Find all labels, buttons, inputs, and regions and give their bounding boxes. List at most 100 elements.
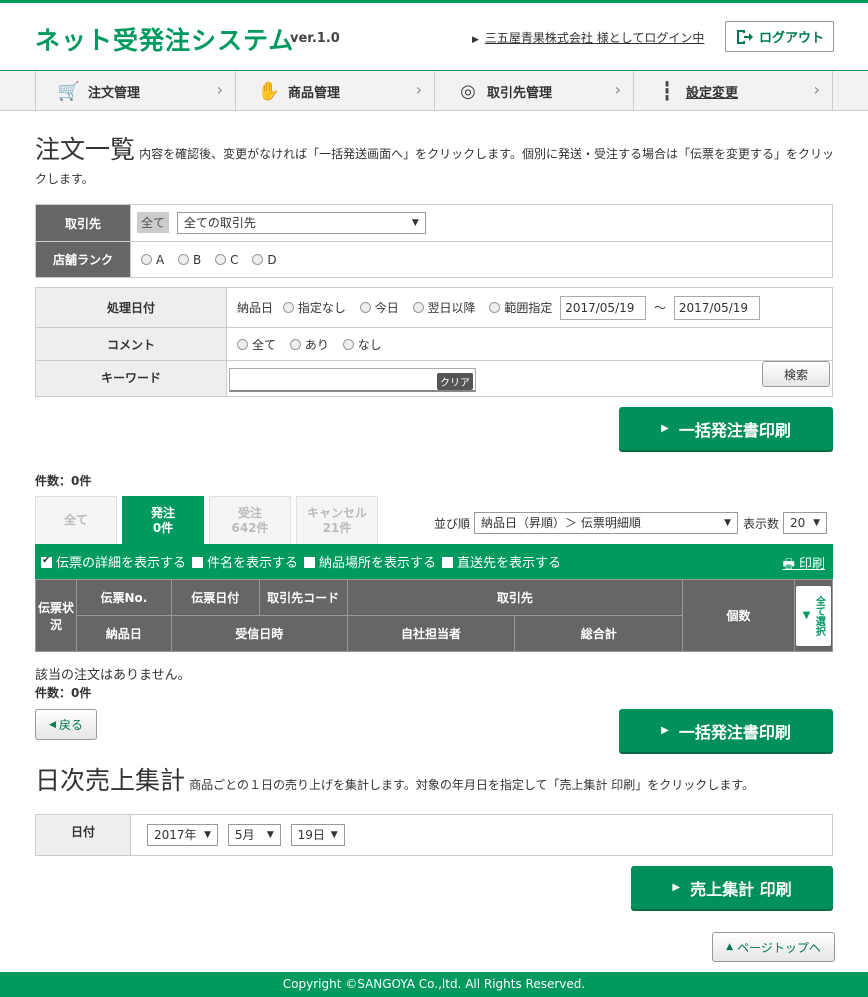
- chevron-down-icon: ▼: [813, 518, 821, 528]
- rank-option-b[interactable]: B: [178, 253, 201, 267]
- comment-option-all[interactable]: 全て: [237, 338, 276, 352]
- nav-label: 商品管理: [288, 85, 341, 101]
- nav-label: 注文管理: [88, 85, 141, 101]
- sales-print-label: 売上集計 印刷: [690, 879, 792, 899]
- daily-description: 商品ごとの１日の売り上げを集計します。対象の年月日を指定して「売上集計 印刷」を…: [189, 778, 755, 792]
- app-version: ver.1.0: [290, 31, 340, 46]
- comment-label: コメント: [35, 327, 227, 361]
- col-slip-date: 伝票日付: [170, 579, 260, 616]
- order-count-bottom: 件数：0件: [35, 686, 92, 700]
- orders-description: 内容を確認後、変更がなければ「一括発送画面へ」をクリックします。個別に発送・受注…: [35, 147, 834, 186]
- daily-date-table: 日付 2017年 ▼ 5月 ▼ 19日 ▼: [35, 814, 833, 856]
- triangle-left-icon: ◀: [49, 719, 56, 730]
- display-options-bar: 伝票の詳細を表示する 件名を表示する 納品場所を表示する 直送先を表示する 🖶 …: [35, 544, 833, 579]
- clear-button[interactable]: クリア: [437, 373, 473, 390]
- date-option-after[interactable]: 翌日以降: [412, 301, 476, 315]
- chevron-down-icon: ▼: [724, 518, 732, 528]
- date-from-input[interactable]: 2017/05/19: [560, 295, 647, 320]
- caret-down-icon: ▼: [802, 609, 811, 621]
- sales-print-button[interactable]: ▶ 売上集計 印刷: [631, 866, 833, 909]
- search-button[interactable]: 検索: [762, 361, 830, 387]
- year-select[interactable]: 2017年 ▼: [147, 824, 218, 846]
- empty-message: 該当の注文はありません。: [35, 668, 191, 683]
- date-option-range[interactable]: 範囲指定: [489, 301, 552, 315]
- per-page-label: 表示数: [743, 516, 780, 531]
- tab-ordered[interactable]: 発注 0件: [122, 496, 204, 544]
- bulk-print-label: 一括発注書印刷: [678, 722, 791, 742]
- month-select[interactable]: 5月 ▼: [227, 824, 281, 846]
- rank-option-c[interactable]: C: [215, 253, 239, 267]
- cart-icon: 🛒: [57, 80, 81, 102]
- main-nav: 🛒 注文管理 › ✋ 商品管理 › ◎ 取引先管理 › ┇ 設定変更 ›: [0, 71, 868, 111]
- triangle-right-icon: ▶: [661, 423, 669, 434]
- login-company-link[interactable]: 三五屋青果株式会社 様としてログイン中: [485, 31, 704, 45]
- keyword-input[interactable]: クリア: [229, 368, 476, 392]
- col-partner-code: 取引先コード: [258, 579, 348, 616]
- logout-label: ログアウト: [758, 31, 824, 46]
- date-filter-table: 処理日付 納品日 指定なし 今日 翌日以降 範囲指定 2017/05/19 ～ …: [35, 287, 833, 397]
- nav-label: 取引先管理: [487, 85, 553, 101]
- option-show-direct-ship[interactable]: 直送先を表示する: [442, 552, 561, 571]
- logout-button[interactable]: ログアウト: [725, 21, 834, 52]
- partner-select-value: 全ての取引先: [183, 216, 256, 230]
- sort-label: 並び順: [434, 516, 471, 531]
- nav-order-management[interactable]: 🛒 注文管理 ›: [35, 71, 235, 111]
- sort-select[interactable]: 納品日（昇順）＞ 伝票明細順 ▼: [474, 512, 739, 534]
- header: ネット受発注システム ver.1.0 ▶ 三五屋青果株式会社 様としてログイン中 …: [0, 3, 868, 71]
- col-received-time: 受信日時: [170, 615, 348, 652]
- tab-cancelled[interactable]: キャンセル 21件: [296, 496, 378, 544]
- print-link[interactable]: 🖶 印刷: [783, 553, 825, 577]
- option-show-delivery-place[interactable]: 納品場所を表示する: [304, 552, 436, 571]
- partner-select[interactable]: 全ての取引先 ▼: [176, 212, 426, 234]
- tab-all[interactable]: 全て: [35, 496, 117, 544]
- orders-heading: 注文一覧 内容を確認後、変更がなければ「一括発送画面へ」をクリックします。個別に…: [35, 137, 835, 192]
- select-all-button[interactable]: ▼ 全て選択: [795, 585, 831, 646]
- chevron-down-icon: ▼: [204, 830, 211, 840]
- login-info: ▶ 三五屋青果株式会社 様としてログイン中: [472, 29, 704, 46]
- tab-received[interactable]: 受注 642件: [209, 496, 291, 544]
- rank-option-d[interactable]: D: [252, 253, 277, 267]
- bulk-print-button-bottom[interactable]: ▶ 一括発注書印刷: [619, 709, 833, 752]
- nav-settings[interactable]: ┇ 設定変更 ›: [633, 71, 833, 111]
- option-show-details[interactable]: 伝票の詳細を表示する: [41, 552, 186, 571]
- chevron-right-icon: ›: [415, 80, 422, 99]
- partner-all-tag: 全て: [137, 212, 170, 233]
- chevron-down-icon: ▼: [266, 830, 274, 840]
- comment-option-yes[interactable]: あり: [289, 338, 329, 352]
- nav-partner-management[interactable]: ◎ 取引先管理 ›: [434, 71, 633, 111]
- triangle-right-icon: ▶: [472, 35, 479, 45]
- back-button[interactable]: ◀ 戻る: [35, 709, 97, 740]
- date-to-input[interactable]: 2017/05/19: [673, 295, 760, 320]
- partner-filter-table: 取引先 全て 全ての取引先 ▼ 店舗ランク A B C D: [35, 204, 833, 278]
- col-staff: 自社担当者: [346, 615, 516, 652]
- comment-option-no[interactable]: なし: [342, 338, 382, 352]
- printer-icon: 🖶: [782, 557, 795, 572]
- day-select[interactable]: 19日 ▼: [290, 824, 345, 846]
- sliders-icon: ┇: [661, 80, 673, 102]
- rank-option-a[interactable]: A: [141, 253, 164, 267]
- triangle-up-icon: ▲: [726, 942, 734, 952]
- per-page-select[interactable]: 20 ▼: [783, 512, 828, 534]
- col-quantity: 個数: [682, 579, 795, 652]
- order-count-top: 件数：0件: [35, 474, 92, 488]
- order-table-header: 伝票状況 伝票No. 伝票日付 取引先コード 取引先 個数 ▼ 全て選択 納品日 …: [35, 579, 834, 652]
- date-option-today[interactable]: 今日: [359, 301, 399, 315]
- date-prefix: 納品日: [237, 300, 274, 315]
- daily-date-label: 日付: [35, 814, 131, 856]
- sort-select-value: 納品日（昇順）＞ 伝票明細順: [481, 516, 641, 530]
- app-logo[interactable]: ネット受発注システム: [35, 21, 294, 57]
- date-label: 処理日付: [35, 287, 227, 328]
- bulk-print-button-top[interactable]: ▶ 一括発注書印刷: [619, 407, 833, 450]
- nav-product-management[interactable]: ✋ 商品管理 ›: [235, 71, 434, 111]
- date-range-separator: ～: [654, 300, 667, 315]
- col-slip-no: 伝票No.: [75, 579, 172, 616]
- col-partner: 取引先: [346, 579, 684, 616]
- partner-label: 取引先: [35, 204, 131, 242]
- date-option-none[interactable]: 指定なし: [282, 301, 346, 315]
- chevron-right-icon: ›: [216, 80, 223, 99]
- keyword-label: キーワード: [35, 360, 227, 397]
- page-top-button[interactable]: ▲ ページトップへ: [712, 932, 835, 962]
- col-total: 総合計: [514, 615, 684, 652]
- logout-icon: [736, 29, 753, 44]
- option-show-subject[interactable]: 件名を表示する: [192, 552, 298, 571]
